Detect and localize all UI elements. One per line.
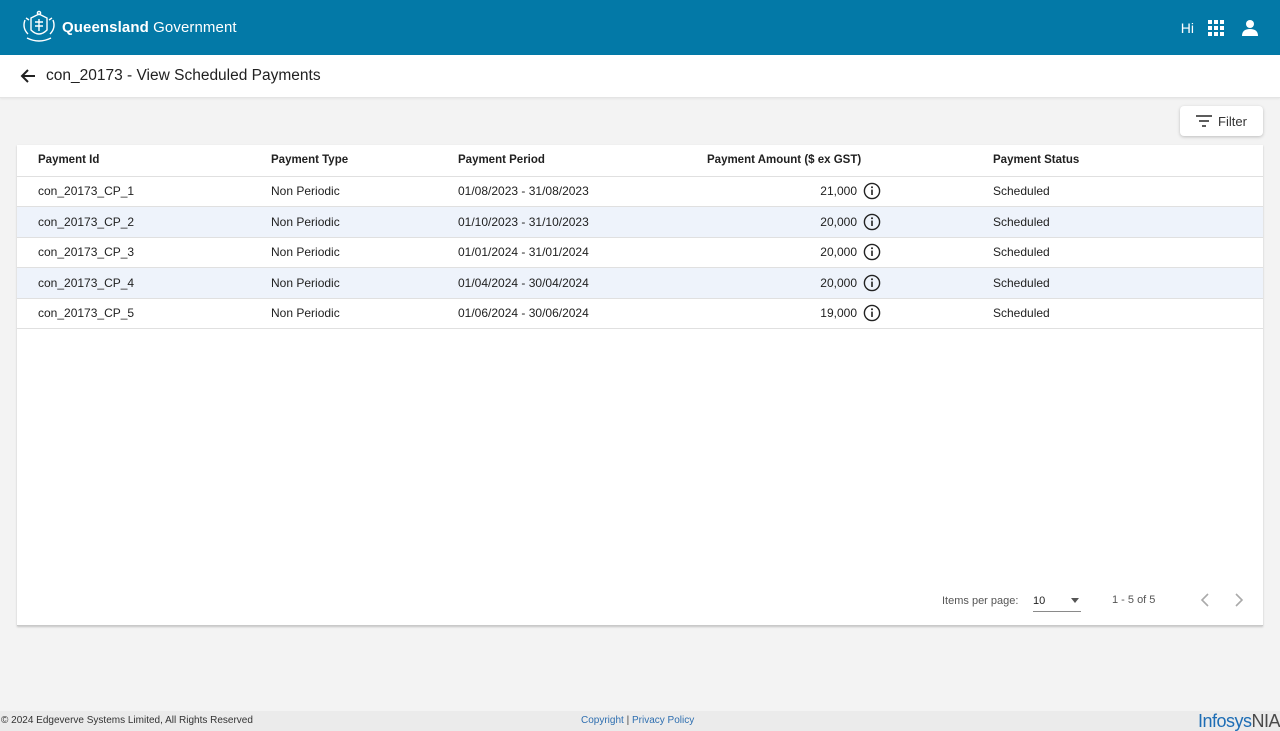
filter-button[interactable]: Filter (1180, 106, 1263, 136)
logo-suffix: NIA (1251, 711, 1280, 731)
chevron-left-icon (1200, 593, 1209, 607)
page-title: con_20173 - View Scheduled Payments (46, 67, 321, 84)
cell-payment-status: Scheduled (993, 206, 1263, 238)
back-arrow-icon[interactable] (18, 66, 38, 86)
payment-amount-value: 20,000 (820, 214, 857, 229)
items-per-page-label: Items per page: (942, 595, 1019, 607)
cell-payment-type: Non Periodic (271, 267, 458, 299)
cell-payment-period: 01/04/2024 - 30/04/2024 (458, 267, 650, 299)
privacy-policy-link[interactable]: Privacy Policy (632, 715, 694, 726)
cell-payment-amount: 20,000 (650, 267, 993, 299)
table-row[interactable]: con_20173_CP_3 Non Periodic 01/01/2024 -… (17, 237, 1263, 268)
column-header-payment-id[interactable]: Payment Id (17, 145, 271, 177)
payment-amount-value: 20,000 (820, 245, 857, 260)
copyright-link[interactable]: Copyright (581, 715, 624, 726)
cell-payment-status: Scheduled (993, 237, 1263, 268)
column-header-payment-status[interactable]: Payment Status (993, 145, 1263, 177)
logo-main: Infosys (1197, 711, 1252, 731)
cell-payment-id: con_20173_CP_3 (17, 237, 271, 268)
payment-amount-value: 20,000 (820, 275, 857, 290)
brand[interactable]: Queensland Government (20, 10, 237, 46)
table-header-row: Payment Id Payment Type Payment Period P… (17, 145, 1263, 177)
payment-amount-value: 19,000 (820, 306, 857, 321)
info-icon[interactable] (863, 213, 881, 231)
column-header-payment-period[interactable]: Payment Period (458, 145, 650, 177)
paginator: Items per page: 10 1 - 5 of 5 (17, 575, 1263, 625)
footer: © 2024 Edgeverve Systems Limited, All Ri… (0, 711, 1280, 731)
brand-name: Queensland Government (62, 19, 237, 36)
table-row[interactable]: con_20173_CP_1 Non Periodic 01/08/2023 -… (17, 176, 1263, 207)
column-header-payment-amount[interactable]: Payment Amount ($ ex GST) (650, 145, 993, 177)
cell-payment-period: 01/08/2023 - 31/08/2023 (458, 176, 650, 207)
page-title-bar: con_20173 - View Scheduled Payments (0, 55, 1280, 98)
items-per-page-value: 10 (1033, 595, 1046, 607)
infosys-nia-logo: InfosysNIA (1198, 711, 1280, 731)
cell-payment-id: con_20173_CP_2 (17, 206, 271, 238)
brand-name-light: Government (153, 19, 237, 36)
next-page-button[interactable] (1229, 590, 1249, 610)
brand-name-bold: Queensland (62, 19, 149, 36)
column-header-payment-type[interactable]: Payment Type (271, 145, 458, 177)
cell-payment-amount: 21,000 (650, 176, 993, 207)
payments-table-card: Payment Id Payment Type Payment Period P… (17, 145, 1263, 626)
caret-down-icon (1071, 598, 1079, 603)
previous-page-button[interactable] (1195, 590, 1215, 610)
header-actions: Hi (1181, 0, 1260, 55)
cell-payment-type: Non Periodic (271, 298, 458, 329)
cell-payment-id: con_20173_CP_5 (17, 298, 271, 329)
link-separator: | (626, 715, 630, 726)
table-row[interactable]: con_20173_CP_5 Non Periodic 01/06/2024 -… (17, 298, 1263, 329)
cell-payment-period: 01/06/2024 - 30/06/2024 (458, 298, 650, 329)
table-row[interactable]: con_20173_CP_2 Non Periodic 01/10/2023 -… (17, 206, 1263, 238)
apps-grid-icon[interactable] (1206, 18, 1226, 38)
payment-amount-value: 21,000 (820, 184, 857, 199)
chevron-right-icon (1235, 593, 1244, 607)
copyright-text: © 2024 Edgeverve Systems Limited, All Ri… (1, 715, 253, 726)
account-icon[interactable] (1240, 18, 1260, 38)
cell-payment-id: con_20173_CP_1 (17, 176, 271, 207)
cell-payment-amount: 20,000 (650, 206, 993, 238)
cell-payment-period: 01/01/2024 - 31/01/2024 (458, 237, 650, 268)
cell-payment-id: con_20173_CP_4 (17, 267, 271, 299)
filter-button-label: Filter (1218, 113, 1247, 129)
info-icon[interactable] (863, 182, 881, 200)
info-icon[interactable] (863, 274, 881, 292)
info-icon[interactable] (863, 304, 881, 322)
table-row[interactable]: con_20173_CP_4 Non Periodic 01/04/2024 -… (17, 267, 1263, 299)
greeting-text: Hi (1180, 19, 1194, 36)
top-app-bar: Queensland Government Hi (0, 0, 1280, 55)
cell-payment-type: Non Periodic (271, 176, 458, 207)
cell-payment-type: Non Periodic (271, 237, 458, 268)
cell-payment-status: Scheduled (993, 267, 1263, 299)
info-icon[interactable] (863, 243, 881, 261)
cell-payment-type: Non Periodic (271, 206, 458, 238)
footer-links: Copyright | Privacy Policy (581, 715, 694, 726)
cell-payment-period: 01/10/2023 - 31/10/2023 (458, 206, 650, 238)
cell-payment-amount: 19,000 (650, 298, 993, 329)
items-per-page-select[interactable]: 10 (1033, 590, 1081, 612)
payments-table: Payment Id Payment Type Payment Period P… (17, 145, 1263, 329)
cell-payment-amount: 20,000 (650, 237, 993, 268)
filter-lines-icon (1196, 115, 1213, 127)
cell-payment-status: Scheduled (993, 176, 1263, 207)
crest-logo-icon (23, 10, 55, 42)
range-label: 1 - 5 of 5 (1112, 594, 1156, 606)
cell-payment-status: Scheduled (993, 298, 1263, 329)
